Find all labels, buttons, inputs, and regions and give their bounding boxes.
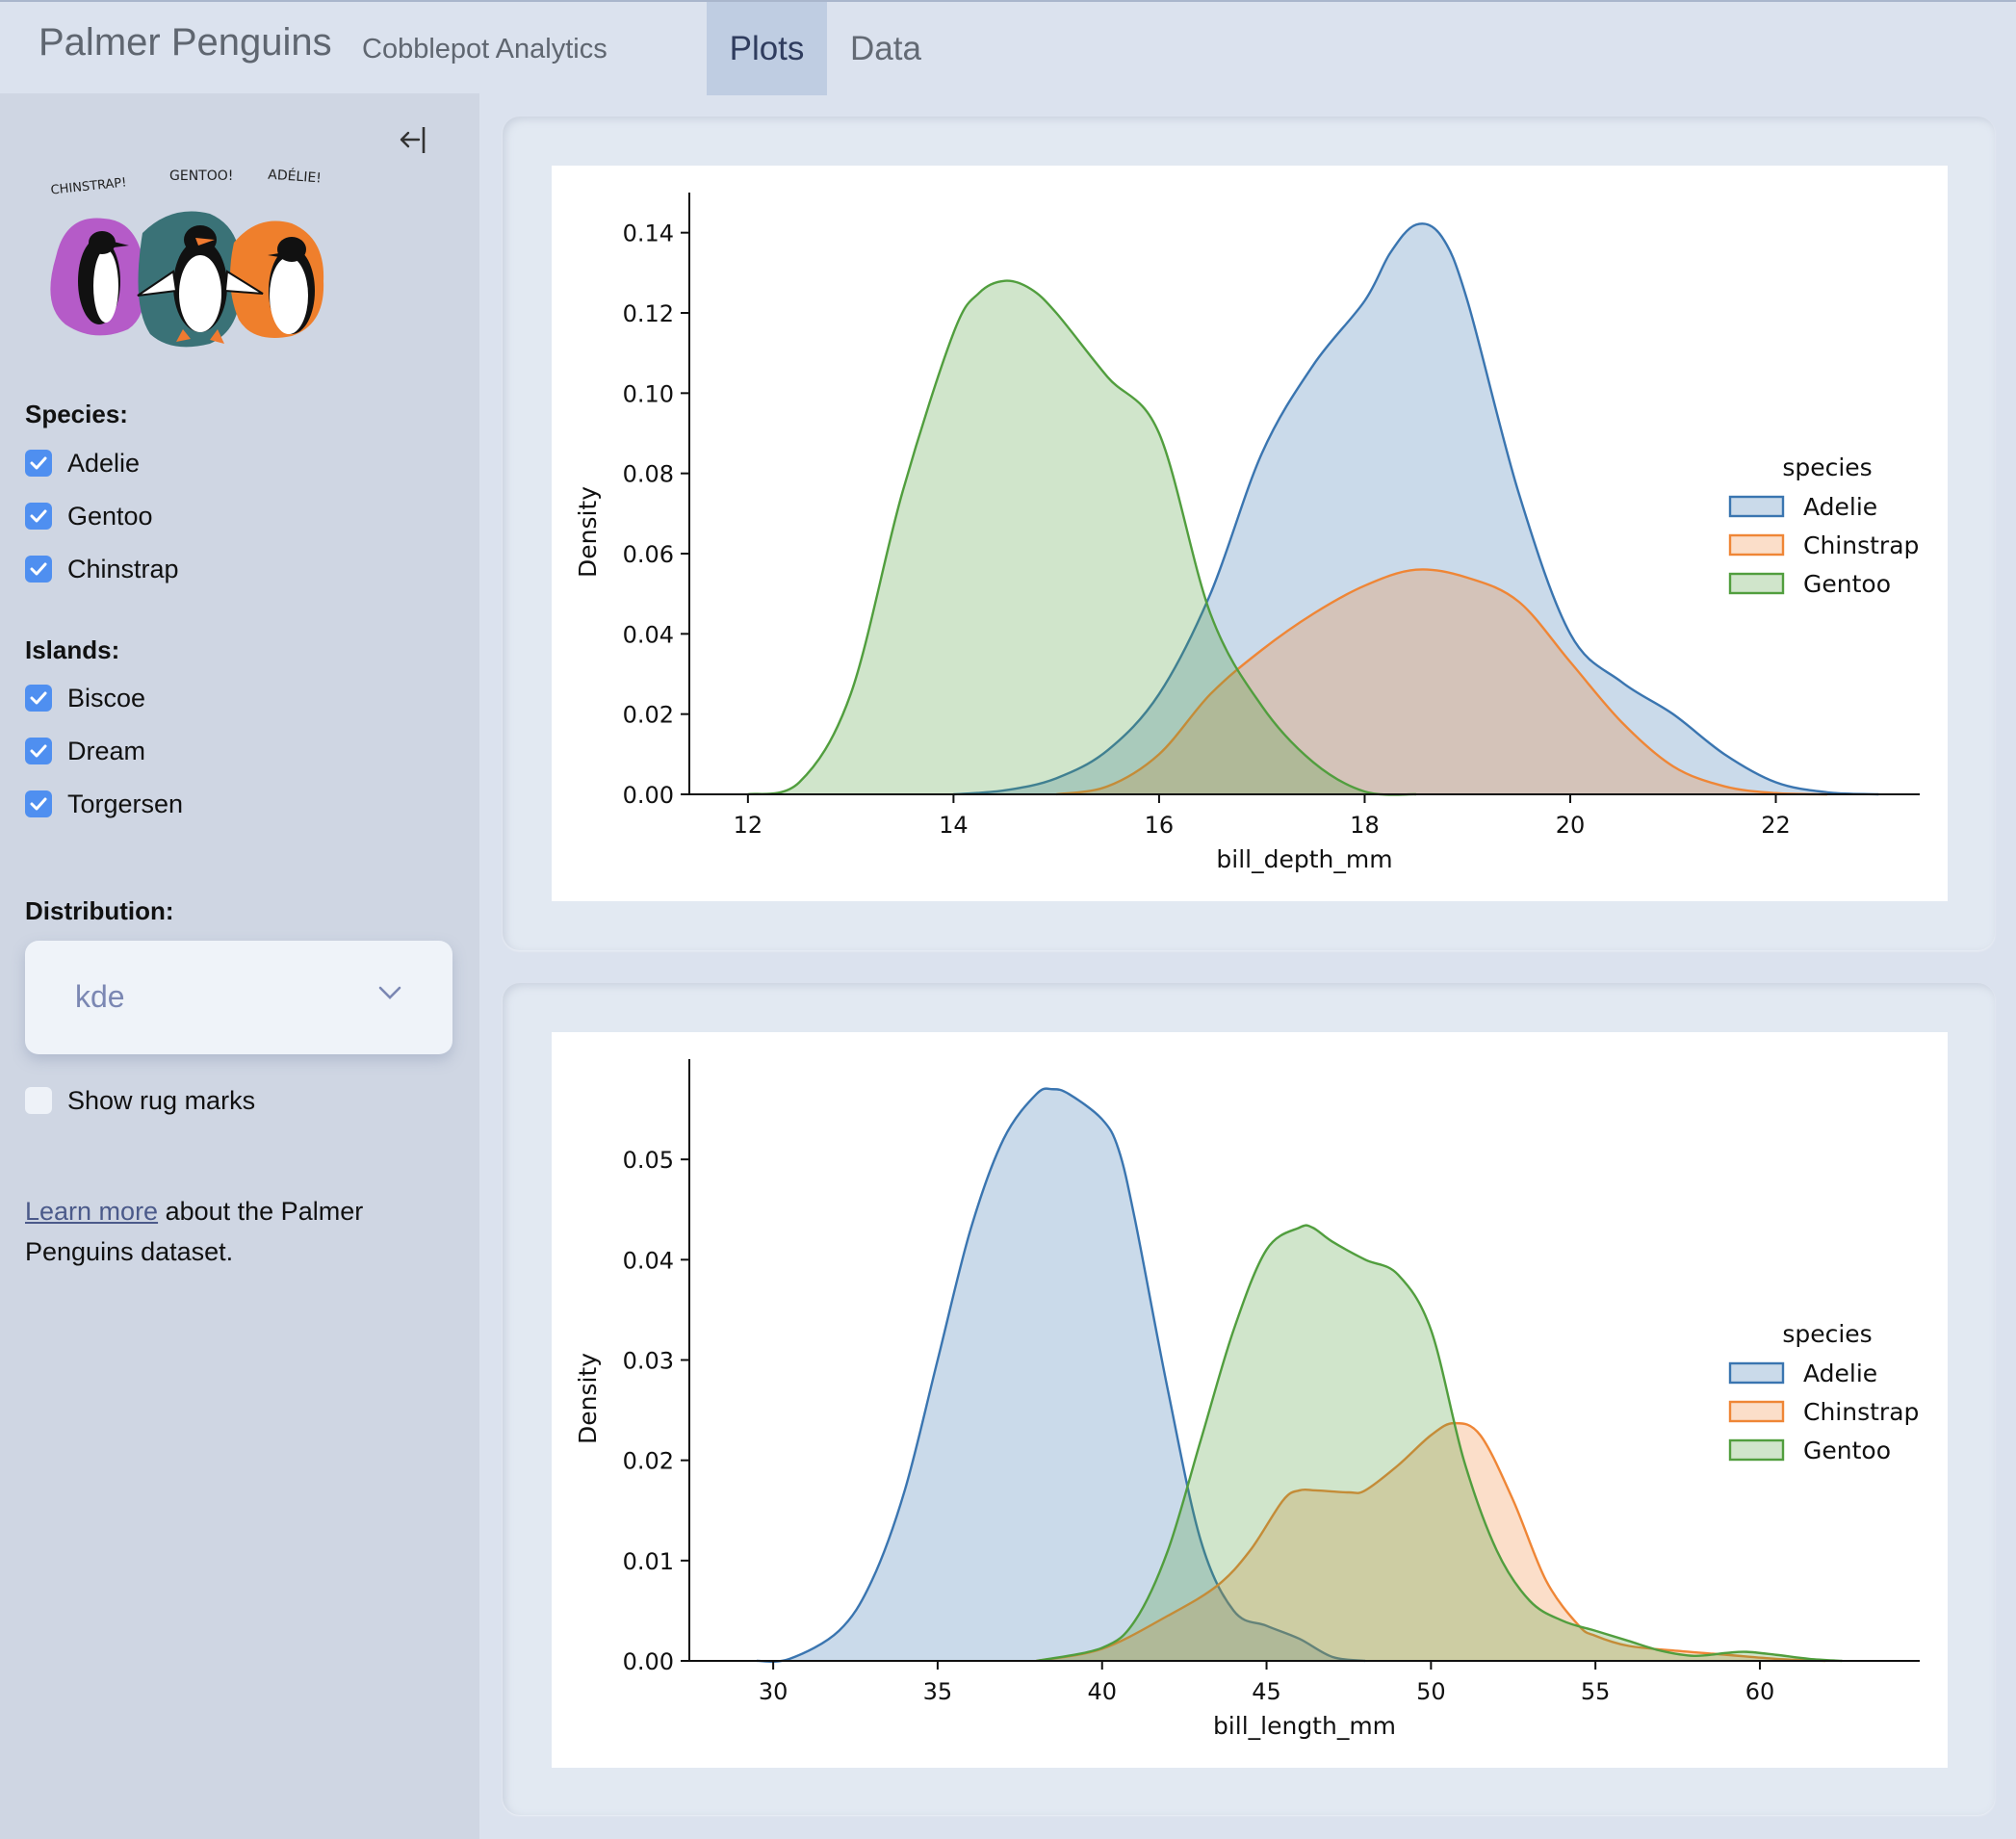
- sidebar: CHINSTRAP! GENTOO! ADÉLIE! Species: Adel…: [0, 93, 479, 1839]
- checkbox-label: Chinstrap: [67, 554, 179, 583]
- logo-label-chinstrap: CHINSTRAP!: [50, 175, 127, 197]
- y-axis-label: Density: [574, 1353, 602, 1444]
- checkbox-unchecked-icon[interactable]: [25, 1087, 52, 1114]
- y-tick-label: 0.14: [623, 220, 674, 247]
- checkbox-checked-icon[interactable]: [25, 503, 52, 530]
- legend-swatch-chinstrap: [1728, 533, 1785, 557]
- legend-label-chinstrap: Chinstrap: [1803, 1398, 1919, 1426]
- legend-label-adelie: Adelie: [1803, 1360, 1877, 1387]
- checkbox-checked-icon[interactable]: [25, 450, 52, 477]
- y-tick-label: 0.02: [623, 1448, 674, 1475]
- y-tick-label: 0.03: [623, 1348, 674, 1375]
- island-checkbox-biscoe[interactable]: Biscoe: [25, 684, 145, 712]
- figure-bill-depth: 0.00 0.02 0.04 0.06 0.08 0.10 0.12 0.14 12 14 16 18…: [552, 166, 1948, 901]
- plot-card-bill-depth: 0.00 0.02 0.04 0.06 0.08 0.10 0.12 0.14 12 14 16 18…: [503, 117, 1995, 950]
- x-tick-label: 20: [1556, 812, 1586, 839]
- y-tick-label: 0.05: [623, 1147, 674, 1174]
- kde-chart-bill-length: 0.00 0.01 0.02 0.03 0.04 0.05 30 35 40 45 50 55 60 bi…: [574, 1059, 1920, 1740]
- penguins-logo: CHINSTRAP! GENTOO! ADÉLIE!: [37, 161, 354, 353]
- legend-swatch-gentoo: [1728, 1438, 1785, 1462]
- y-tick-label: 0.06: [623, 541, 674, 568]
- y-tick-label: 0.00: [623, 1648, 674, 1675]
- y-tick-label: 0.00: [623, 782, 674, 809]
- y-axis-label: Density: [574, 486, 602, 578]
- y-tick-label: 0.04: [623, 621, 674, 648]
- legend: species Adelie Chinstrap Gentoo: [1728, 1320, 1919, 1464]
- arrow-left-to-line-icon: [400, 127, 426, 153]
- app-header: Palmer Penguins Cobblepot Analytics Plot…: [0, 0, 2016, 95]
- legend-label-chinstrap: Chinstrap: [1803, 531, 1919, 559]
- legend-swatch-gentoo: [1728, 572, 1785, 595]
- logo-label-gentoo: GENTOO!: [169, 168, 233, 184]
- logo-label-adelie: ADÉLIE!: [268, 167, 323, 187]
- island-checkbox-torgersen[interactable]: Torgersen: [25, 790, 183, 818]
- legend-label-gentoo: Gentoo: [1803, 1437, 1891, 1464]
- legend-label-gentoo: Gentoo: [1803, 570, 1891, 598]
- species-checkbox-chinstrap[interactable]: Chinstrap: [25, 555, 179, 583]
- checkbox-label: Dream: [67, 736, 146, 765]
- tab-plots[interactable]: Plots: [707, 2, 827, 95]
- x-tick-label: 55: [1581, 1678, 1611, 1705]
- x-tick-label: 40: [1087, 1678, 1117, 1705]
- y-tick-label: 0.12: [623, 300, 674, 327]
- checkbox-checked-icon[interactable]: [25, 790, 52, 817]
- show-rug-marks-checkbox[interactable]: Show rug marks: [25, 1086, 255, 1115]
- species-checkbox-adelie[interactable]: Adelie: [25, 449, 140, 478]
- species-label: Species:: [25, 400, 128, 428]
- figure-bill-length: 0.00 0.01 0.02 0.03 0.04 0.05 30 35 40 45 50 55 60 bi…: [552, 1032, 1948, 1768]
- about-text: Learn more about the Palmer Penguins dat…: [25, 1191, 429, 1272]
- checkbox-checked-icon[interactable]: [25, 738, 52, 764]
- app-title: Palmer Penguins: [39, 21, 332, 64]
- checkbox-label: Gentoo: [67, 501, 153, 531]
- legend-label-adelie: Adelie: [1803, 493, 1877, 521]
- distribution-select[interactable]: kde: [25, 941, 452, 1054]
- legend-swatch-adelie: [1728, 495, 1785, 518]
- checkbox-label: Torgersen: [67, 789, 184, 818]
- legend: species Adelie Chinstrap Gentoo: [1728, 453, 1919, 598]
- kde-chart-bill-depth: 0.00 0.02 0.04 0.06 0.08 0.10 0.12 0.14 12 14 16 18…: [574, 193, 1920, 873]
- x-tick-label: 14: [939, 812, 969, 839]
- distribution-select-value: kde: [75, 979, 125, 1014]
- checkbox-label: Biscoe: [67, 683, 146, 712]
- x-tick-label: 35: [923, 1678, 953, 1705]
- checkbox-label: Adelie: [67, 448, 141, 478]
- species-checkbox-gentoo[interactable]: Gentoo: [25, 502, 153, 531]
- island-checkbox-dream[interactable]: Dream: [25, 737, 145, 765]
- legend-swatch-adelie: [1728, 1361, 1785, 1385]
- y-tick-label: 0.10: [623, 380, 674, 407]
- y-tick-label: 0.02: [623, 702, 674, 729]
- x-tick-label: 60: [1745, 1678, 1775, 1705]
- distribution-label: Distribution:: [25, 896, 174, 925]
- x-tick-label: 22: [1761, 812, 1791, 839]
- tab-data[interactable]: Data: [840, 2, 932, 95]
- y-tick-label: 0.01: [623, 1548, 674, 1575]
- y-tick-label: 0.08: [623, 461, 674, 488]
- x-tick-label: 18: [1350, 812, 1380, 839]
- chevron-down-icon: [378, 986, 401, 999]
- collapse-sidebar-button[interactable]: [395, 122, 433, 157]
- checkbox-checked-icon[interactable]: [25, 685, 52, 712]
- app-subtitle: Cobblepot Analytics: [362, 34, 607, 65]
- x-tick-label: 16: [1145, 812, 1175, 839]
- checkbox-label: Show rug marks: [67, 1085, 256, 1115]
- x-axis-label: bill_depth_mm: [1216, 845, 1392, 873]
- x-tick-label: 12: [734, 812, 763, 839]
- x-tick-label: 50: [1416, 1678, 1446, 1705]
- plot-card-bill-length: 0.00 0.01 0.02 0.03 0.04 0.05 30 35 40 45 50 55 60 bi…: [503, 983, 1995, 1815]
- x-tick-label: 45: [1252, 1678, 1281, 1705]
- x-axis-label: bill_length_mm: [1213, 1712, 1396, 1740]
- learn-more-link[interactable]: Learn more: [25, 1197, 158, 1226]
- y-tick-label: 0.04: [623, 1247, 674, 1274]
- legend-title: species: [1782, 1320, 1872, 1348]
- islands-label: Islands:: [25, 635, 120, 664]
- checkbox-checked-icon[interactable]: [25, 556, 52, 583]
- legend-swatch-chinstrap: [1728, 1400, 1785, 1423]
- legend-title: species: [1782, 453, 1872, 481]
- x-tick-label: 30: [759, 1678, 788, 1705]
